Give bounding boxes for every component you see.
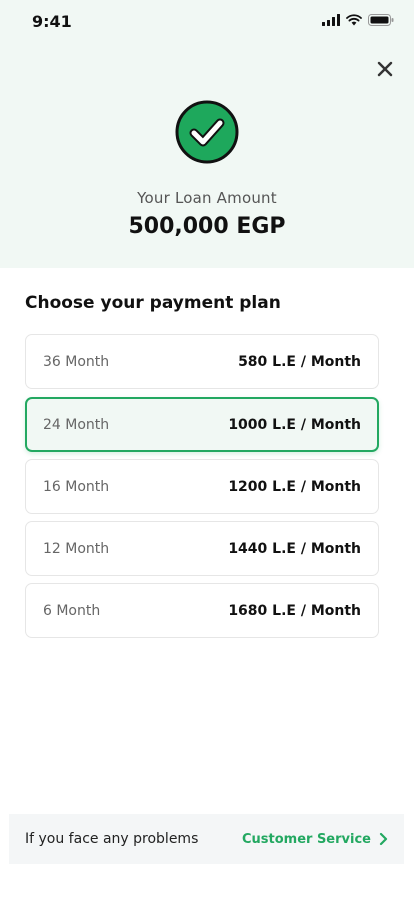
customer-service-link[interactable]: Customer Service bbox=[242, 832, 388, 847]
cellular-signal-icon bbox=[322, 14, 340, 26]
close-icon bbox=[377, 61, 393, 77]
plan-months: 36 Month bbox=[43, 353, 110, 370]
plan-option-12-month[interactable]: 12 Month 1440 L.E / Month bbox=[25, 521, 379, 576]
help-text: If you face any problems bbox=[25, 831, 199, 847]
plan-months: 24 Month bbox=[43, 416, 110, 433]
plan-months: 16 Month bbox=[43, 478, 110, 495]
plan-option-24-month[interactable]: 24 Month 1000 L.E / Month bbox=[25, 397, 379, 452]
help-bar: If you face any problems Customer Servic… bbox=[9, 814, 404, 864]
status-time: 9:41 bbox=[32, 12, 72, 31]
status-bar: 9:41 bbox=[0, 0, 414, 44]
plan-price: 1680 L.E / Month bbox=[228, 602, 361, 619]
wifi-icon bbox=[346, 14, 362, 26]
close-button[interactable] bbox=[370, 54, 400, 84]
plan-option-6-month[interactable]: 6 Month 1680 L.E / Month bbox=[25, 583, 379, 638]
status-icons bbox=[322, 14, 394, 26]
check-circle-icon bbox=[175, 100, 239, 164]
plan-option-36-month[interactable]: 36 Month 580 L.E / Month bbox=[25, 334, 379, 389]
plan-option-16-month[interactable]: 16 Month 1200 L.E / Month bbox=[25, 459, 379, 514]
battery-icon bbox=[368, 14, 394, 26]
plan-price: 1200 L.E / Month bbox=[228, 478, 361, 495]
plan-price: 1000 L.E / Month bbox=[228, 416, 361, 433]
customer-service-label: Customer Service bbox=[241, 831, 371, 847]
plan-months: 12 Month bbox=[43, 540, 110, 557]
loan-amount-label: Your Loan Amount bbox=[137, 189, 277, 207]
loan-amount-value: 500,000 EGP bbox=[128, 214, 286, 239]
loan-summary-header: 9:41 Your Loan Amount 500,000 EGP bbox=[0, 0, 414, 268]
plan-months: 6 Month bbox=[43, 602, 101, 619]
plan-price: 580 L.E / Month bbox=[238, 353, 361, 370]
plan-price: 1440 L.E / Month bbox=[228, 540, 361, 557]
chevron-right-icon bbox=[379, 832, 388, 846]
payment-plan-title: Choose your payment plan bbox=[25, 293, 281, 313]
